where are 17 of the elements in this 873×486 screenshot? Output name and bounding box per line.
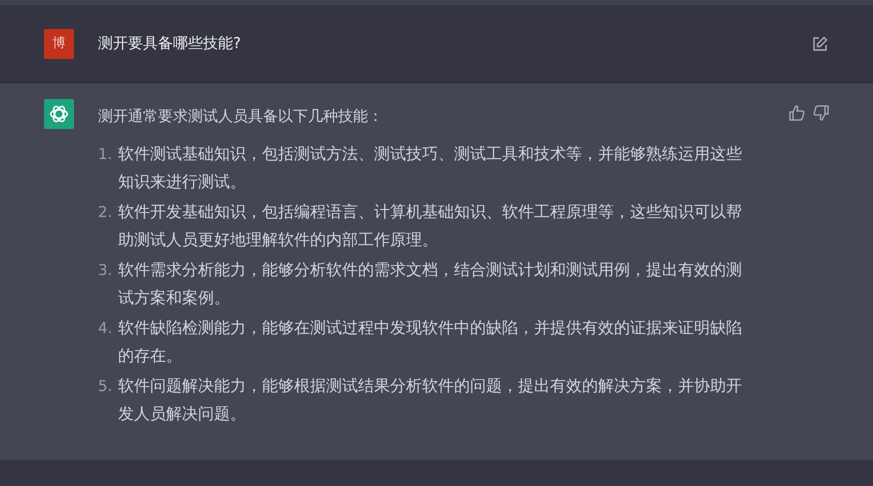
list-number: 3. [98, 260, 114, 280]
list-item-text: 软件问题解决能力，能够根据测试结果分析软件的问题，提出有效的解决方案，并协助开发人员解决问题。 [118, 374, 743, 424]
list-item-text: 软件需求分析能力，能够分析软件的需求文档，结合测试计划和测试用例，提出有效的测试方案和案例。 [118, 258, 743, 308]
list-item-text: 软件测试基础知识，包括测试方法、测试技巧、测试工具和技术等，并能够熟练运用这些知识来进行测试。 [118, 142, 743, 192]
list-item-text: 软件缺陷检测能力，能够在测试过程中发现软件中的缺陷，并提供有效的证据来证明缺陷的存在。 [118, 316, 743, 366]
thumbs-down-icon[interactable] [813, 105, 829, 121]
question-text: 测开要具备哪些技能? [98, 33, 241, 54]
assistant-logo-icon [48, 103, 70, 125]
user-avatar: 博 [44, 28, 74, 58]
answer-intro: 测开通常要求测试人员具备以下几种技能： [98, 106, 384, 127]
thumbs-up-icon[interactable] [789, 105, 805, 121]
list-number: 4. [98, 318, 114, 338]
list-number: 5. [98, 376, 114, 396]
list-number: 1. [98, 144, 114, 164]
list-item-text: 软件开发基础知识，包括编程语言、计算机基础知识、软件工程原理等，这些知识可以帮助测试人员更好地理解软件的内部工作原理。 [118, 200, 743, 250]
list-number: 2. [98, 202, 114, 222]
edit-icon[interactable] [812, 36, 828, 52]
